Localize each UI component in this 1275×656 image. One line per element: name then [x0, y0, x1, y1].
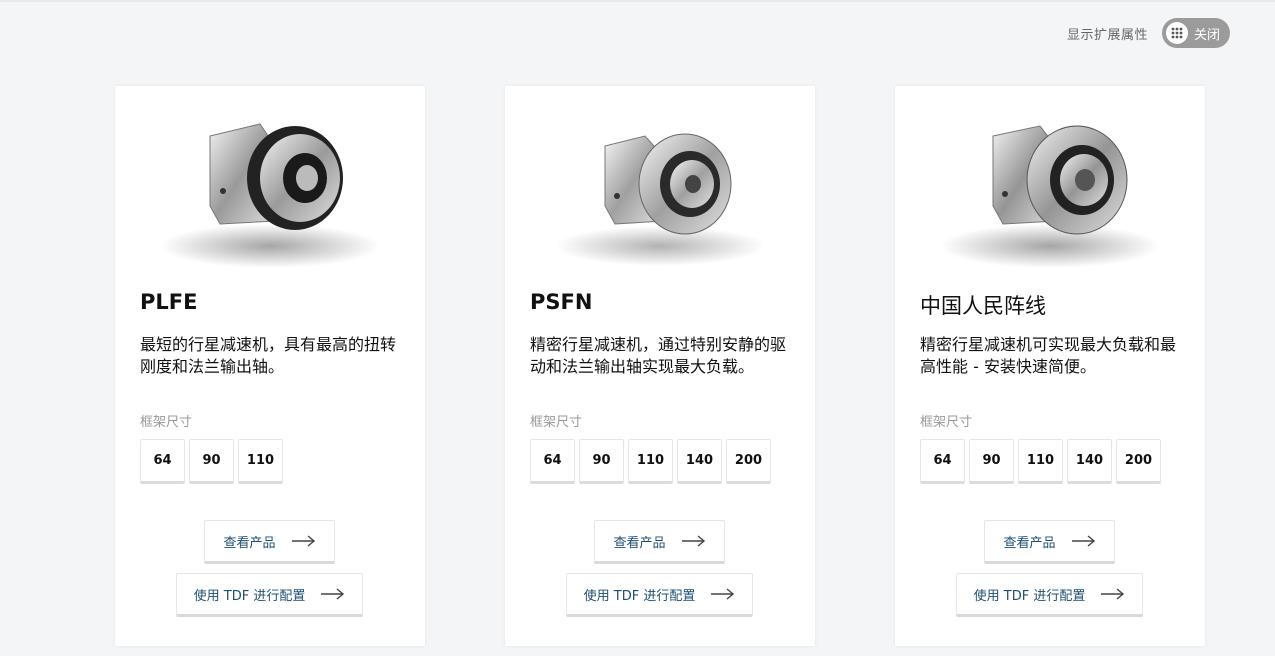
product-image[interactable]	[145, 106, 395, 276]
frame-size-button[interactable]: 110	[628, 439, 673, 484]
grid-icon	[1166, 22, 1188, 44]
configure-tdf-label: 使用 TDF 进行配置	[583, 588, 696, 604]
configure-tdf-button[interactable]: 使用 TDF 进行配置	[956, 573, 1143, 617]
product-title: PSFN	[530, 290, 593, 314]
arrow-right-icon	[1071, 535, 1096, 547]
product-card-3: 中国人民阵线 精密行星减速机可实现最大负载和最高性能 - 安装快速简便。 框架尺…	[895, 86, 1205, 646]
configure-tdf-button[interactable]: 使用 TDF 进行配置	[176, 573, 363, 617]
product-description: 精密行星减速机可实现最大负载和最高性能 - 安装快速简便。	[920, 335, 1177, 376]
frame-size-button[interactable]: 200	[726, 439, 771, 484]
product-title: PLFE	[140, 290, 198, 314]
view-product-label: 查看产品	[613, 535, 666, 551]
product-card-plfe: PLFE 最短的行星减速机，具有最高的扭转刚度和法兰输出轴。 框架尺寸 64 9…	[115, 86, 425, 646]
frame-size-button[interactable]: 140	[677, 439, 722, 484]
frame-size-button[interactable]: 200	[1116, 439, 1161, 484]
frame-size-label: 框架尺寸	[530, 415, 583, 430]
view-product-label: 查看产品	[1003, 535, 1056, 551]
arrow-right-icon	[321, 588, 345, 600]
view-product-button[interactable]: 查看产品	[594, 520, 725, 564]
arrow-right-icon	[291, 535, 316, 547]
frame-size-button[interactable]: 110	[1018, 439, 1063, 484]
configure-tdf-button[interactable]: 使用 TDF 进行配置	[566, 573, 753, 617]
frame-size-label: 框架尺寸	[140, 415, 193, 430]
product-title: 中国人民阵线	[920, 294, 1046, 318]
product-image[interactable]	[925, 106, 1175, 276]
toggle-label: 显示扩展属性	[1066, 27, 1148, 43]
arrow-right-icon	[1101, 588, 1125, 600]
frame-size-options: 64 90 110 140 200	[530, 439, 771, 484]
configure-tdf-label: 使用 TDF 进行配置	[193, 588, 306, 604]
frame-size-button[interactable]: 90	[969, 439, 1014, 484]
view-product-button[interactable]: 查看产品	[204, 520, 335, 564]
frame-size-button[interactable]: 110	[238, 439, 283, 484]
arrow-right-icon	[711, 588, 735, 600]
frame-size-button[interactable]: 90	[579, 439, 624, 484]
product-card-psfn: PSFN 精密行星减速机，通过特别安静的驱动和法兰输出轴实现最大负载。 框架尺寸…	[505, 86, 815, 646]
view-product-button[interactable]: 查看产品	[984, 520, 1115, 564]
arrow-right-icon	[681, 535, 706, 547]
extended-attributes-toggle[interactable]: 关闭	[1162, 18, 1230, 48]
product-image[interactable]	[535, 106, 785, 276]
frame-size-button[interactable]: 64	[920, 439, 965, 484]
frame-size-label: 框架尺寸	[920, 415, 973, 430]
frame-size-button[interactable]: 64	[530, 439, 575, 484]
extended-attributes-toggle-row: 显示扩展属性 关闭	[1067, 18, 1230, 48]
frame-size-button[interactable]: 64	[140, 439, 185, 484]
view-product-label: 查看产品	[223, 535, 276, 551]
frame-size-options: 64 90 110	[140, 439, 283, 484]
frame-size-button[interactable]: 90	[189, 439, 234, 484]
frame-size-options: 64 90 110 140 200	[920, 439, 1161, 484]
top-divider	[0, 0, 1275, 2]
configure-tdf-label: 使用 TDF 进行配置	[973, 588, 1086, 604]
toggle-state: 关闭	[1194, 27, 1221, 43]
frame-size-button[interactable]: 140	[1067, 439, 1112, 484]
product-description: 精密行星减速机，通过特别安静的驱动和法兰输出轴实现最大负载。	[530, 335, 787, 376]
product-description: 最短的行星减速机，具有最高的扭转刚度和法兰输出轴。	[140, 335, 397, 376]
